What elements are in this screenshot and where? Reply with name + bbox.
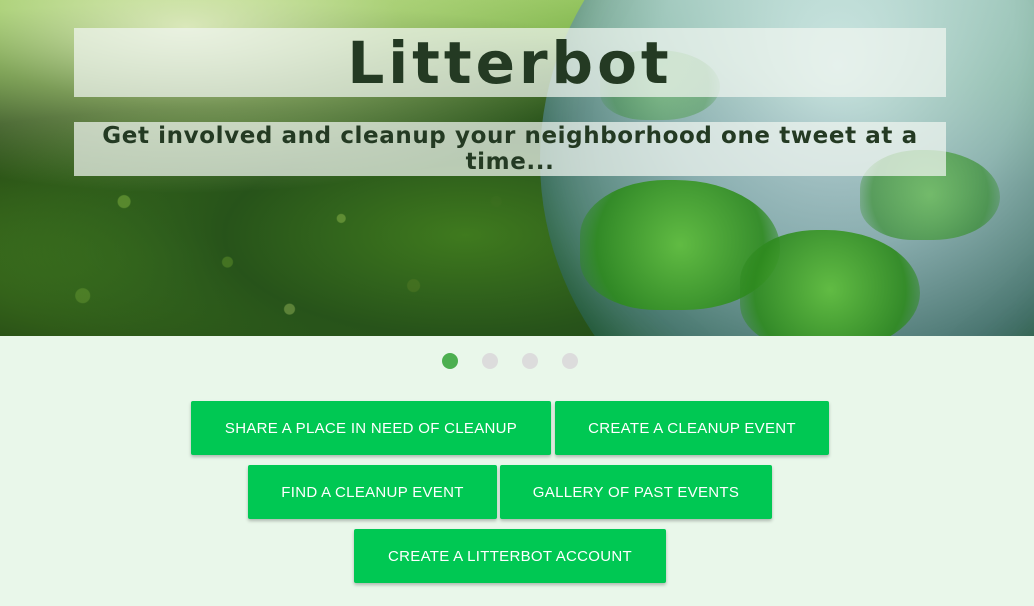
subtitle-panel: Get involved and cleanup your neighborho…: [74, 122, 946, 176]
carousel-dot[interactable]: [482, 353, 498, 369]
carousel-dot[interactable]: [562, 353, 578, 369]
site-title: Litterbot: [347, 28, 673, 97]
carousel-dot[interactable]: [522, 353, 538, 369]
hero-banner: Litterbot Get involved and cleanup your …: [0, 0, 1034, 336]
gallery-button[interactable]: GALLERY OF PAST EVENTS: [500, 465, 772, 519]
title-panel: Litterbot: [74, 28, 946, 97]
find-event-button[interactable]: FIND A CLEANUP EVENT: [248, 465, 497, 519]
create-account-button[interactable]: CREATE A LITTERBOT ACCOUNT: [354, 529, 666, 583]
globe-continent: [740, 230, 920, 336]
create-event-button[interactable]: CREATE A CLEANUP EVENT: [555, 401, 829, 455]
share-place-button[interactable]: SHARE A PLACE IN NEED OF CLEANUP: [191, 401, 551, 455]
carousel-dot[interactable]: [442, 353, 458, 369]
site-tagline: Get involved and cleanup your neighborho…: [102, 123, 918, 175]
